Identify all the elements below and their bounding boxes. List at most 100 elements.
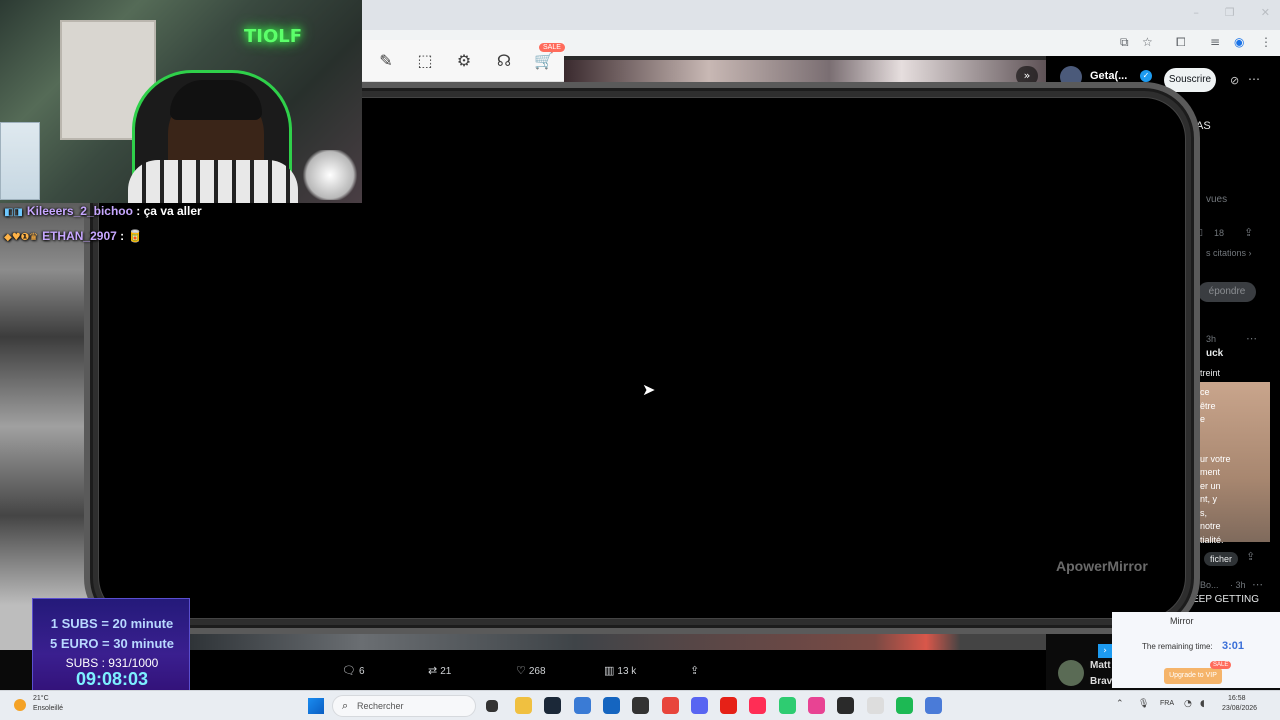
vip-title: Mirror [1170,616,1194,626]
chrome-icon[interactable] [661,697,679,714]
star-icon[interactable]: ☆ [1142,35,1153,49]
playlist-icon[interactable]: ≡ [1210,35,1220,49]
subathon-timer: 09:08:03 [75,669,149,689]
steam-icon[interactable] [544,697,562,714]
maximize-icon[interactable]: ❐ [1225,6,1235,19]
grok-icon[interactable]: ⊘ [1230,74,1239,87]
minimize-icon[interactable]: – [1193,6,1199,19]
brush-icon[interactable]: ✎ [373,48,399,74]
chat-text: : ça va aller [132,204,202,218]
profile-name[interactable]: Geta(... [1090,70,1127,82]
background-strip [190,632,1046,650]
close-icon[interactable]: ✕ [1261,6,1270,19]
apowermirror-toolbar: ✎ ⬚ ⚙ ☊ 🛒 [362,40,564,82]
light-reflection [300,150,360,200]
start-button[interactable] [308,698,324,714]
subathon-panel: 1 SUBS = 20 minute 5 EURO = 30 minute SU… [32,598,190,692]
chevron-right-icon[interactable]: › [1098,644,1112,658]
quotes-link[interactable]: s citations › [1206,248,1252,258]
volume-icon[interactable]: ◖ [1200,699,1205,709]
neon-sign: TIOLF [244,26,303,47]
search-placeholder: Rechercher [357,701,404,711]
apowermirror-icon[interactable] [925,697,943,714]
chat-badges: ◧◨ [4,207,23,218]
share-action[interactable]: ⇪ [690,664,702,677]
stream-screen: – ❐ ✕ ⧉ ☆ ⧠ ≡ ◉ ⋮ » ✎ ⬚ ⚙ ☊ 🛒 SALE Geta(… [0,0,1280,720]
headset-icon[interactable]: ☊ [491,48,517,74]
reply-icon: 🗨 [342,664,356,677]
profile-icon[interactable]: ◉ [1234,35,1244,49]
tiktok-icon[interactable] [749,697,767,714]
discord-icon[interactable] [690,697,708,714]
sale-badge: SALE [1210,661,1232,669]
streamer-shirt [128,160,298,203]
more-icon[interactable]: ⋯ [1248,72,1260,86]
weather-desc: Ensoleillé [33,705,63,712]
settings-icon[interactable]: ⚙ [451,48,477,74]
chat-message: ◆♥❶♛ ETHAN_2907 : 🥫 [4,229,142,243]
reply-action[interactable]: 🗨 6 [342,664,365,677]
obs-icon[interactable] [632,697,650,714]
microphone-icon[interactable]: 🎙 [1138,699,1149,709]
file-icon[interactable] [866,697,884,714]
subathon-rule: 5 EURO = 30 minute [50,636,174,651]
youtube-icon[interactable] [720,697,738,714]
tweet-image-caption: ce être e ur votre ment er un nt, y s, n… [1200,387,1231,545]
vip-popup: Mirror The remaining time: 3:01 Upgrade … [1112,612,1280,688]
menu-icon[interactable]: ⋮ [1260,35,1272,49]
apowermirror-watermark: ApowerMirror [1056,558,1148,574]
views-label: vues [1206,194,1228,205]
chat-message: ◧◨ Kileeers_2_bichoo : ça va aller [4,204,202,218]
show-more-button[interactable]: ficher [1204,552,1239,566]
epic-icon[interactable] [837,697,855,714]
more-icon[interactable]: ⋯ [1252,578,1263,591]
webcam-feed: TIOLF [0,0,362,203]
retweet-action[interactable]: ⇄ 21 [428,664,451,677]
chat-text: : 🥫 [116,229,143,243]
chat-badges: ◆♥❶♛ [4,232,39,243]
chat-username: Kileeers_2_bichoo [26,204,133,218]
like-count: 268 [528,666,546,677]
select-area-icon[interactable]: ⬚ [412,48,438,74]
extensions-icon[interactable]: ⧠ [1176,35,1186,50]
share-icon: ⇪ [690,664,700,677]
taskbar-search[interactable]: ⌕ Rechercher [332,695,476,717]
upgrade-vip-button[interactable]: Upgrade to VIP [1164,668,1222,684]
app-green-icon[interactable] [778,697,796,714]
share-icon[interactable]: ⇪ [1246,550,1255,563]
reply-count: 6 [358,666,365,677]
heart-icon: ♡ [516,664,526,677]
chat-username: ETHAN_2907 [42,229,117,243]
clock-date: 23/08/2026 [1222,705,1258,712]
more-icon[interactable]: ⋯ [1246,332,1257,345]
avatar[interactable] [1058,660,1084,686]
spotify-icon[interactable] [895,697,913,714]
tweet-time: · 3h [1230,580,1246,590]
wifi-icon[interactable]: ◔ [1184,699,1192,709]
pc-case [0,122,40,200]
window-controls: – ❐ ✕ [1193,6,1270,19]
share-icon[interactable]: ⇪ [1244,226,1253,239]
author-name: Bo... [1200,580,1219,590]
weather-temp: 21°C [33,695,49,702]
streamer-hair [170,80,262,120]
views-action[interactable]: ▥ 13 k [604,664,636,677]
app-pink-icon[interactable] [808,697,825,714]
cast-icon[interactable]: ⧉ [1120,35,1129,50]
sale-badge: SALE [539,43,565,52]
taskbar: 21°C Ensoleillé ⌕ Rechercher ⌃ 🎙 FRA ◔ ◖… [0,690,1280,720]
chevron-up-icon[interactable]: ⌃ [1116,699,1124,709]
tweet-actions-bar: 🗨 6 ⇄ 21 ♡ 268 ▥ 13 k ⇪ [190,650,1046,690]
verified-icon: ✓ [1140,70,1152,82]
like-action[interactable]: ♡ 268 [516,664,546,677]
subathon-rule: 1 SUBS = 20 minute [50,616,174,631]
reply-button[interactable]: épondre [1198,282,1256,302]
file-explorer-icon[interactable] [515,697,532,714]
weather-icon[interactable] [14,699,26,711]
task-view-icon[interactable] [486,700,498,712]
mouse-cursor-icon: ➤ [642,380,656,399]
player-name: Matt [1090,660,1111,671]
store-icon[interactable] [573,697,591,714]
outlook-icon[interactable] [602,697,620,714]
language-indicator[interactable]: FRA [1160,700,1174,707]
